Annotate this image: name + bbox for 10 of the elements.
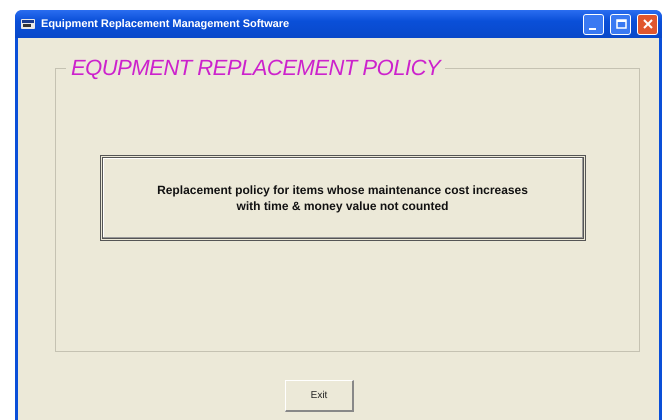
policy-button[interactable]: Replacement policy for items whose maintenance cost increases with time & money value not counted bbox=[100, 155, 586, 241]
exit-button[interactable]: Exit bbox=[285, 380, 354, 412]
minimize-icon bbox=[588, 28, 596, 30]
minimize-button[interactable] bbox=[583, 14, 604, 34]
maximize-button[interactable] bbox=[610, 14, 631, 34]
window-title: Equipment Replacement Management Software bbox=[41, 16, 290, 32]
maximize-icon bbox=[614, 18, 626, 30]
close-icon bbox=[642, 18, 654, 30]
app-icon bbox=[21, 19, 35, 29]
close-button[interactable] bbox=[637, 14, 658, 34]
